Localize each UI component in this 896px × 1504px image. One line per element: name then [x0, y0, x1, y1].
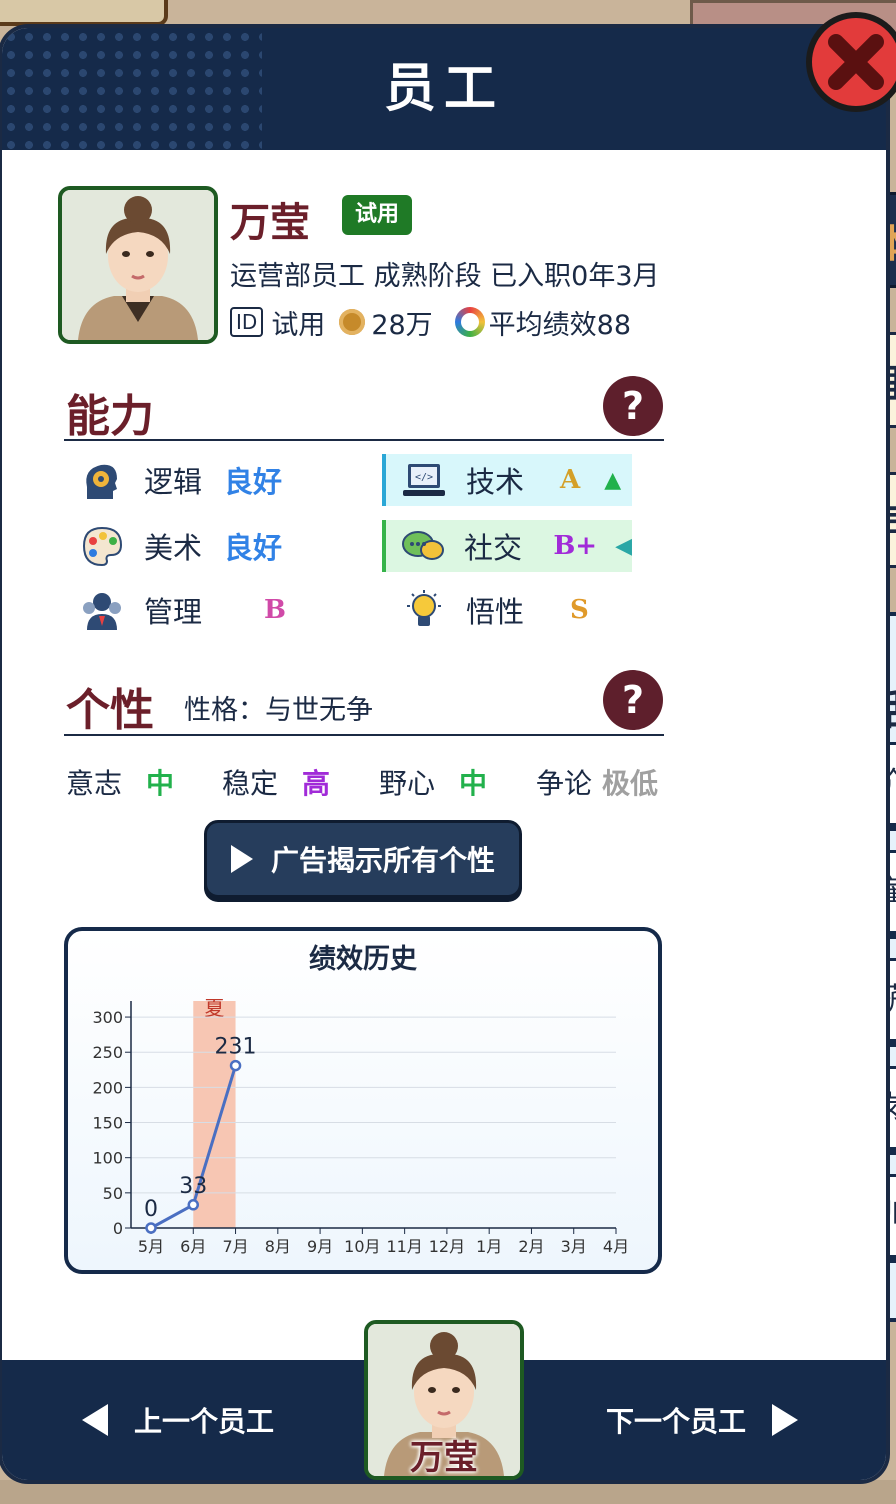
- next-employee-button[interactable]: 下一个员工: [606, 1398, 799, 1442]
- status-badge: 试用: [342, 195, 412, 235]
- salary-value: 28万: [371, 309, 433, 341]
- id-status: 试用: [271, 309, 326, 341]
- employee-name: 万莹: [230, 200, 310, 246]
- trait-value: 中: [459, 767, 488, 800]
- personality-help-button[interactable]: ?: [603, 670, 663, 730]
- ability-management: 管理 B: [80, 584, 286, 636]
- y-tick-label: 50: [103, 1184, 123, 1203]
- y-tick-label: 200: [92, 1078, 123, 1097]
- ability-grade: S: [570, 595, 589, 625]
- x-tick-label: 4月: [603, 1237, 629, 1256]
- x-tick-label: 11月: [386, 1237, 422, 1256]
- trend-up-icon: ▲: [604, 467, 622, 493]
- trait-label: 野心: [379, 767, 436, 800]
- avg-performance: 平均绩效88: [488, 309, 632, 341]
- ability-insight: 悟性 S: [402, 584, 589, 636]
- svg-text:</>: </>: [415, 472, 433, 483]
- y-tick-label: 150: [92, 1114, 123, 1133]
- x-tick-label: 2月: [518, 1237, 544, 1256]
- abilities-help-button[interactable]: ?: [603, 376, 663, 436]
- ability-social: 社交 B+ ◀: [382, 520, 632, 572]
- coin-icon: [339, 309, 366, 335]
- team-icon: [80, 588, 124, 632]
- gear-head-icon: [80, 458, 124, 502]
- palette-icon: [80, 524, 124, 568]
- ad-reveal-button[interactable]: 广告揭示所有个性: [204, 820, 522, 898]
- trait-value: 极低: [602, 767, 659, 800]
- x-tick-label: 5月: [138, 1237, 164, 1256]
- avatar: [58, 186, 218, 344]
- personality-subtitle: 性格：与世无争: [184, 695, 373, 726]
- trait-value: 中: [146, 767, 175, 800]
- x-tick-label: 9月: [307, 1237, 333, 1256]
- ability-tech: </> 技术 A ▲: [382, 454, 632, 506]
- play-icon: [230, 845, 253, 873]
- performance-line-chart: 夏 0 50 100 150 200 250 300 5月 6月 7月 8月 9月 10月 11月 12月 1月…: [92, 996, 629, 1256]
- arrow-left-icon: [82, 1404, 108, 1436]
- x-tick-label: 8月: [265, 1237, 291, 1256]
- performance-chart: 绩效历史 夏 0 50 100 150 200 250 300 5月 6月 7月 8月 9月 10月 11月…: [64, 927, 662, 1274]
- abilities-title: 能力: [66, 391, 154, 442]
- id-icon: ID: [230, 307, 264, 337]
- data-label: 33: [179, 1174, 207, 1199]
- lightbulb-icon: [402, 588, 446, 632]
- season-label: 夏: [204, 996, 224, 1020]
- close-icon: [828, 34, 884, 90]
- performance-icon: [454, 307, 485, 337]
- ability-logic: 逻辑 良好: [80, 454, 282, 506]
- trend-icon: ◀: [615, 533, 632, 559]
- x-tick-label: 6月: [180, 1237, 206, 1256]
- page-title: 员工: [383, 59, 504, 119]
- ability-grade: B: [264, 595, 286, 625]
- personality-title: 个性: [66, 685, 154, 736]
- y-tick-label: 100: [92, 1149, 123, 1168]
- arrow-right-icon: [772, 1404, 799, 1436]
- data-label: 0: [144, 1197, 158, 1222]
- trait-value: 高: [302, 767, 331, 800]
- trait-label: 意志: [66, 767, 123, 800]
- divider: [64, 734, 664, 736]
- x-tick-label: 7月: [222, 1237, 248, 1256]
- laptop-icon: </>: [402, 458, 446, 502]
- trait-label: 争论: [536, 767, 593, 800]
- ability-grade: A: [560, 465, 581, 495]
- trait-label: 稳定: [222, 767, 279, 800]
- data-label: 231: [215, 1035, 257, 1060]
- background-floor: [0, 1480, 896, 1504]
- divider: [64, 439, 664, 441]
- prev-employee-button[interactable]: 上一个员工: [82, 1398, 274, 1442]
- y-tick-label: 0: [113, 1219, 123, 1238]
- employee-meta: ID 试用 28万 平均绩效88: [230, 302, 631, 342]
- ability-value: 良好: [224, 531, 283, 565]
- ability-value: 良好: [224, 465, 283, 499]
- y-tick-label: 300: [92, 1008, 123, 1027]
- x-tick-label: 3月: [561, 1237, 587, 1256]
- y-tick-label: 250: [92, 1043, 123, 1062]
- x-tick-label: 10月: [344, 1237, 380, 1256]
- close-button[interactable]: [806, 12, 896, 112]
- x-tick-label: 12月: [429, 1237, 465, 1256]
- employee-role: 运营部员工 成熟阶段 已入职0年3月: [230, 261, 660, 292]
- ability-art: 美术 良好: [80, 520, 282, 572]
- data-point: [145, 1222, 157, 1234]
- x-tick-label: 1月: [476, 1237, 502, 1256]
- panel-header: 员工: [2, 28, 886, 150]
- current-employee-name: 万莹: [410, 1438, 478, 1478]
- chat-bubbles-icon: [402, 524, 444, 568]
- data-point: [187, 1199, 200, 1211]
- data-point: [229, 1059, 242, 1072]
- ability-grade: B+: [553, 531, 598, 561]
- background-panel-edge: [0, 0, 168, 26]
